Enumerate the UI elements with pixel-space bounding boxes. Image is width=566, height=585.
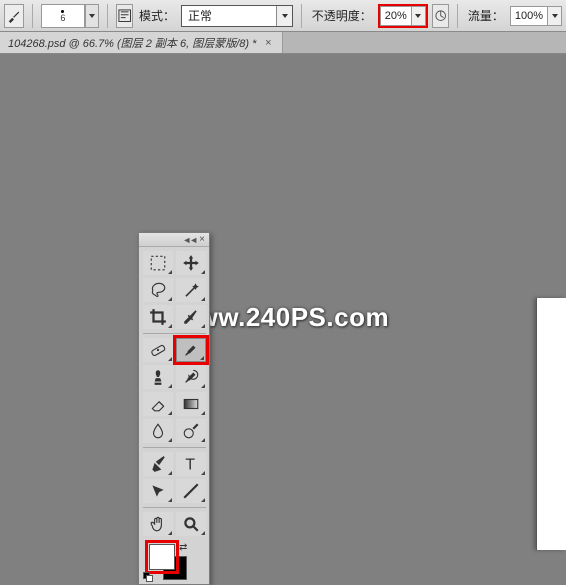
- gradient-tool[interactable]: [176, 392, 206, 416]
- divider: [32, 4, 33, 28]
- move-icon: [182, 254, 200, 272]
- tools-panel-header: ◄◄ ×: [139, 233, 209, 247]
- eyedropper-tool[interactable]: [176, 305, 206, 329]
- blend-mode-dropdown[interactable]: [276, 6, 292, 26]
- eraser-tool[interactable]: [143, 392, 173, 416]
- mode-label: 模式：: [139, 7, 175, 24]
- dodge-icon: [182, 422, 200, 440]
- blend-mode-value: 正常: [182, 7, 276, 24]
- chevron-down-icon: [415, 14, 421, 18]
- type-icon: [182, 455, 200, 473]
- magic-wand-tool[interactable]: [176, 278, 206, 302]
- canvas-area[interactable]: www.240PS.com ◄◄ × ⇄: [0, 54, 566, 550]
- crop-icon: [149, 308, 167, 326]
- pathsel-icon: [149, 482, 167, 500]
- tool-preset-picker[interactable]: [4, 4, 24, 28]
- history-brush-tool[interactable]: [176, 365, 206, 389]
- flow-value: 100%: [511, 10, 547, 22]
- clone-stamp-tool[interactable]: [143, 365, 173, 389]
- opacity-highlight: 20%: [378, 4, 428, 28]
- tablet-pressure-icon: [433, 8, 448, 23]
- blend-mode-select[interactable]: 正常: [181, 5, 293, 27]
- blur-icon: [149, 422, 167, 440]
- pen-icon: [149, 455, 167, 473]
- marquee-icon: [149, 254, 167, 272]
- pressure-opacity-toggle[interactable]: [432, 4, 449, 28]
- chevron-down-icon: [552, 14, 558, 18]
- document-tab-title: 104268.psd @ 66.7% (图层 2 副本 6, 图层蒙版/8) *: [8, 35, 256, 51]
- zoom-icon: [182, 515, 200, 533]
- swap-colors-button[interactable]: ⇄: [179, 542, 187, 553]
- eraser-icon: [149, 395, 167, 413]
- close-panel-button[interactable]: ×: [199, 234, 205, 245]
- brush-size-value: 6: [60, 14, 65, 23]
- brush-panel-icon: [117, 8, 132, 23]
- lasso-tool[interactable]: [143, 278, 173, 302]
- opacity-input[interactable]: 20%: [380, 6, 426, 26]
- brush-icon: [7, 9, 21, 23]
- document-tab-bar: 104268.psd @ 66.7% (图层 2 副本 6, 图层蒙版/8) *…: [0, 32, 566, 54]
- opacity-value: 20%: [381, 10, 411, 22]
- flow-label: 流量：: [468, 7, 504, 24]
- flow-input[interactable]: 100%: [510, 6, 562, 26]
- marquee-tool[interactable]: [143, 251, 173, 275]
- chevron-down-icon: [282, 14, 288, 18]
- divider: [301, 4, 302, 28]
- type-tool[interactable]: [176, 452, 206, 476]
- gradient-icon: [182, 395, 200, 413]
- brush-icon: [182, 341, 200, 359]
- eyedropper-icon: [182, 308, 200, 326]
- tools-panel: ◄◄ × ⇄: [138, 232, 210, 585]
- opacity-dropdown[interactable]: [411, 7, 425, 25]
- hand-icon: [149, 515, 167, 533]
- hand-tool[interactable]: [143, 512, 173, 536]
- tools-grid: [139, 247, 209, 540]
- document-tab[interactable]: 104268.psd @ 66.7% (图层 2 副本 6, 图层蒙版/8) *…: [0, 32, 283, 53]
- bandaid-icon: [149, 341, 167, 359]
- flow-dropdown[interactable]: [547, 7, 561, 25]
- historybrush-icon: [182, 368, 200, 386]
- document-canvas-edge: [536, 298, 566, 550]
- path-selection-tool[interactable]: [143, 479, 173, 503]
- healing-brush-tool[interactable]: [143, 338, 173, 362]
- divider: [107, 4, 108, 28]
- foreground-color-swatch[interactable]: [149, 544, 175, 570]
- chevron-down-icon: [89, 14, 95, 18]
- blur-tool[interactable]: [143, 419, 173, 443]
- wand-icon: [182, 281, 200, 299]
- brush-panel-toggle[interactable]: [116, 4, 133, 28]
- divider: [457, 4, 458, 28]
- brush-tool[interactable]: [176, 338, 206, 362]
- line-tool[interactable]: [176, 479, 206, 503]
- zoom-tool[interactable]: [176, 512, 206, 536]
- collapse-panel-button[interactable]: ◄◄: [182, 235, 196, 245]
- options-bar: 6 模式： 正常 不透明度： 20% 流量： 100%: [0, 0, 566, 32]
- dodge-tool[interactable]: [176, 419, 206, 443]
- crop-tool[interactable]: [143, 305, 173, 329]
- opacity-label: 不透明度：: [312, 7, 372, 24]
- watermark-text: www.240PS.com: [0, 302, 566, 333]
- stamp-icon: [149, 368, 167, 386]
- move-tool[interactable]: [176, 251, 206, 275]
- line-icon: [182, 482, 200, 500]
- close-tab-button[interactable]: ×: [262, 37, 274, 49]
- default-colors-button[interactable]: [143, 572, 153, 582]
- brush-preset-picker[interactable]: 6: [41, 4, 85, 28]
- brush-preset-dropdown[interactable]: [85, 4, 99, 28]
- lasso-icon: [149, 281, 167, 299]
- color-swatch-area: ⇄: [139, 540, 209, 584]
- pen-tool[interactable]: [143, 452, 173, 476]
